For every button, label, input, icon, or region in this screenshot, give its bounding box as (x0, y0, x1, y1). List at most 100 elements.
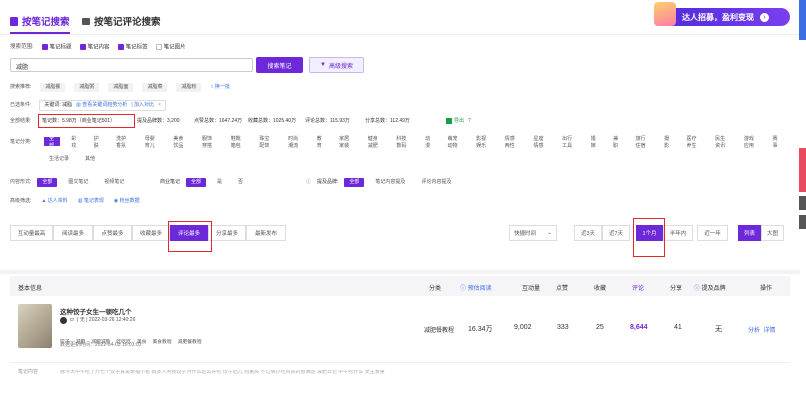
tab-comment-search[interactable]: 按笔记评论搜索 (82, 14, 161, 28)
side-float-feedback[interactable] (799, 148, 806, 192)
quick-time-select[interactable]: 快捷时间 ⌄ (509, 225, 557, 241)
category-item[interactable]: 医疗养生 (682, 136, 705, 149)
category-item[interactable]: 鞋靴箱包 (226, 136, 249, 149)
scope-option-tag[interactable]: 笔记标签 (117, 44, 148, 51)
category-item[interactable]: 洗护香氛 (111, 136, 134, 149)
category-item[interactable]: 彩妆 (66, 136, 82, 149)
scope-option-content[interactable]: 笔记内容 (79, 44, 110, 51)
category-item[interactable]: 全部 (44, 136, 61, 149)
category-item[interactable]: 情感两性 (500, 136, 523, 149)
tag: 减肥餐教程 (177, 340, 202, 345)
category-item[interactable]: 影视娱乐 (471, 136, 494, 149)
category-item[interactable]: 摄影 (659, 136, 675, 149)
recommend-item[interactable]: 减脂粉 (176, 83, 202, 92)
category-item[interactable]: 婚嫁 (586, 136, 602, 149)
category-item[interactable]: 服饰穿搭 (197, 136, 220, 149)
note-title[interactable]: 这种饺子女生一顿吃几个 (60, 306, 132, 316)
commercial-no[interactable]: 否 (233, 178, 248, 187)
scope-option-title[interactable]: 笔记标题 (41, 44, 72, 51)
column-reads[interactable]: ⓘ 预估阅读 (460, 283, 492, 292)
side-float-top[interactable] (799, 215, 806, 229)
view-large[interactable]: 大图 (761, 225, 784, 241)
range-7d[interactable]: 近7天 (602, 225, 630, 241)
brand-mention-comment[interactable]: 评论内容提及 (416, 178, 456, 187)
commercial-all[interactable]: 全部 (186, 178, 207, 187)
category-item[interactable]: 萌宠动物 (442, 136, 465, 149)
analyze-link[interactable]: 分析 (748, 328, 760, 334)
cell-comments: 8,644 (630, 324, 648, 331)
filter-fans[interactable]: ◉ 粉丝数据 (114, 199, 140, 204)
brand-mention-content[interactable]: 笔记内容提及 (370, 178, 410, 187)
sort-reads[interactable]: 阅读最多 (53, 225, 93, 241)
recommend-item[interactable]: 减脂面 (108, 83, 134, 92)
category-item[interactable]: 其他 (80, 154, 100, 163)
category-item[interactable]: 科技数码 (391, 136, 414, 149)
column-likes[interactable]: 点赞 (556, 283, 568, 292)
content-type-video[interactable]: 视频笔记 (99, 178, 129, 187)
column-comments[interactable]: 评论 (632, 283, 644, 292)
category-item[interactable]: 护肤 (89, 136, 105, 149)
category-item[interactable]: 母婴育儿 (140, 136, 163, 149)
cell-category: 减肥餐教程 (424, 328, 455, 334)
category-list: 全部 彩妆 护肤 洗护香氛 母婴育儿 美食饮品 服饰穿搭 鞋靴箱包 珠宝配饰 时尚潮流 教育 家居家装… (44, 136, 784, 149)
range-1y[interactable]: 近一年 (697, 225, 728, 241)
filter-creator[interactable]: ▲ 达人资料 (41, 199, 67, 204)
help-icon[interactable]: ? (468, 118, 471, 124)
category-item[interactable]: 出行工具 (557, 136, 580, 149)
sort-interactions[interactable]: 互动量最高 (10, 225, 53, 241)
category-item[interactable]: 旅行住宿 (630, 136, 653, 149)
sort-shares[interactable]: 分享最多 (208, 225, 246, 241)
close-icon[interactable]: × (158, 103, 161, 108)
avatar[interactable] (60, 317, 67, 324)
category-item[interactable]: 民生资讯 (710, 136, 733, 149)
side-float-help[interactable] (799, 196, 806, 210)
search-input[interactable]: 减脂 (10, 58, 253, 72)
sort-collects[interactable]: 收藏最多 (132, 225, 170, 241)
add-compare-link[interactable]: | 加入对比 (131, 103, 154, 108)
scope-option-image[interactable]: 笔记图片 (155, 44, 186, 51)
recommend-item[interactable]: 减脂餐 (40, 83, 66, 92)
tab-note-search[interactable]: 按笔记搜索 (10, 14, 70, 34)
note-thumbnail[interactable] (18, 304, 52, 348)
category-item[interactable]: 生活记录 (44, 154, 74, 163)
content-type-image[interactable]: 图文笔记 (63, 178, 93, 187)
column-interactions[interactable]: 互动量 (522, 283, 540, 292)
category-item[interactable]: 兼职 (608, 136, 624, 149)
side-float-bar[interactable] (799, 0, 806, 40)
recommend-item[interactable]: 减脂粥 (74, 83, 100, 92)
filter-note-performance[interactable]: ▥ 笔记表现 (78, 199, 104, 204)
sort-likes[interactable]: 点赞最多 (93, 225, 132, 241)
content-type-all[interactable]: 全部 (37, 178, 58, 187)
category-item[interactable]: 珠宝配饰 (254, 136, 277, 149)
category-item[interactable]: 时尚潮流 (283, 136, 306, 149)
column-collects[interactable]: 收藏 (594, 283, 606, 292)
advanced-filter: 高级筛选: ▲ 达人资料 ▥ 笔记表现 ◉ 粉丝数据 (10, 199, 140, 204)
advanced-filter-label: 高级筛选: (10, 198, 32, 204)
category-item[interactable]: 动漫 (420, 136, 436, 149)
brand-mention-all[interactable]: 全部 (344, 178, 365, 187)
commercial-yes[interactable]: 是 (212, 178, 227, 187)
category-item[interactable]: 赛事 (768, 136, 784, 149)
sort-latest[interactable]: 最新发布 (246, 225, 286, 241)
category-item[interactable]: 健身减肥 (363, 136, 386, 149)
column-basic-info: 基本信息 (18, 286, 43, 292)
search-notes-button[interactable]: 搜索笔记 (256, 57, 303, 73)
category-item[interactable]: 星座情感 (528, 136, 551, 149)
category-item[interactable]: 家居家装 (334, 136, 357, 149)
advanced-search-button[interactable]: ▼ 高级搜索 (309, 57, 364, 73)
export-button[interactable]: 导出 ? (446, 118, 471, 124)
range-half-year[interactable]: 半年内 (663, 225, 693, 241)
category-item[interactable]: 教育 (312, 136, 328, 149)
author-name[interactable]: cr (70, 318, 74, 323)
recruit-banner[interactable]: 达人招募，盈利变现 › (658, 8, 790, 26)
content-preview: 除今天中午吃了六七个饺子真是幸福小雀 很多人问我饺子为什么这么好吃 饺子馅儿 热… (60, 370, 385, 375)
column-shares[interactable]: 分享 (670, 283, 682, 292)
recommend-item[interactable]: 减脂菜 (142, 83, 168, 92)
view-list[interactable]: 列表 (738, 225, 761, 241)
trend-analysis-link[interactable]: ▥ 查看关键词趋势分析 (76, 103, 127, 108)
category-item[interactable]: 游戏应用 (739, 136, 762, 149)
range-3d[interactable]: 近3天 (574, 225, 602, 241)
refresh-button[interactable]: ○ 换一批 (210, 85, 229, 90)
detail-link[interactable]: 详情 (763, 328, 775, 334)
category-item[interactable]: 美食饮品 (168, 136, 191, 149)
